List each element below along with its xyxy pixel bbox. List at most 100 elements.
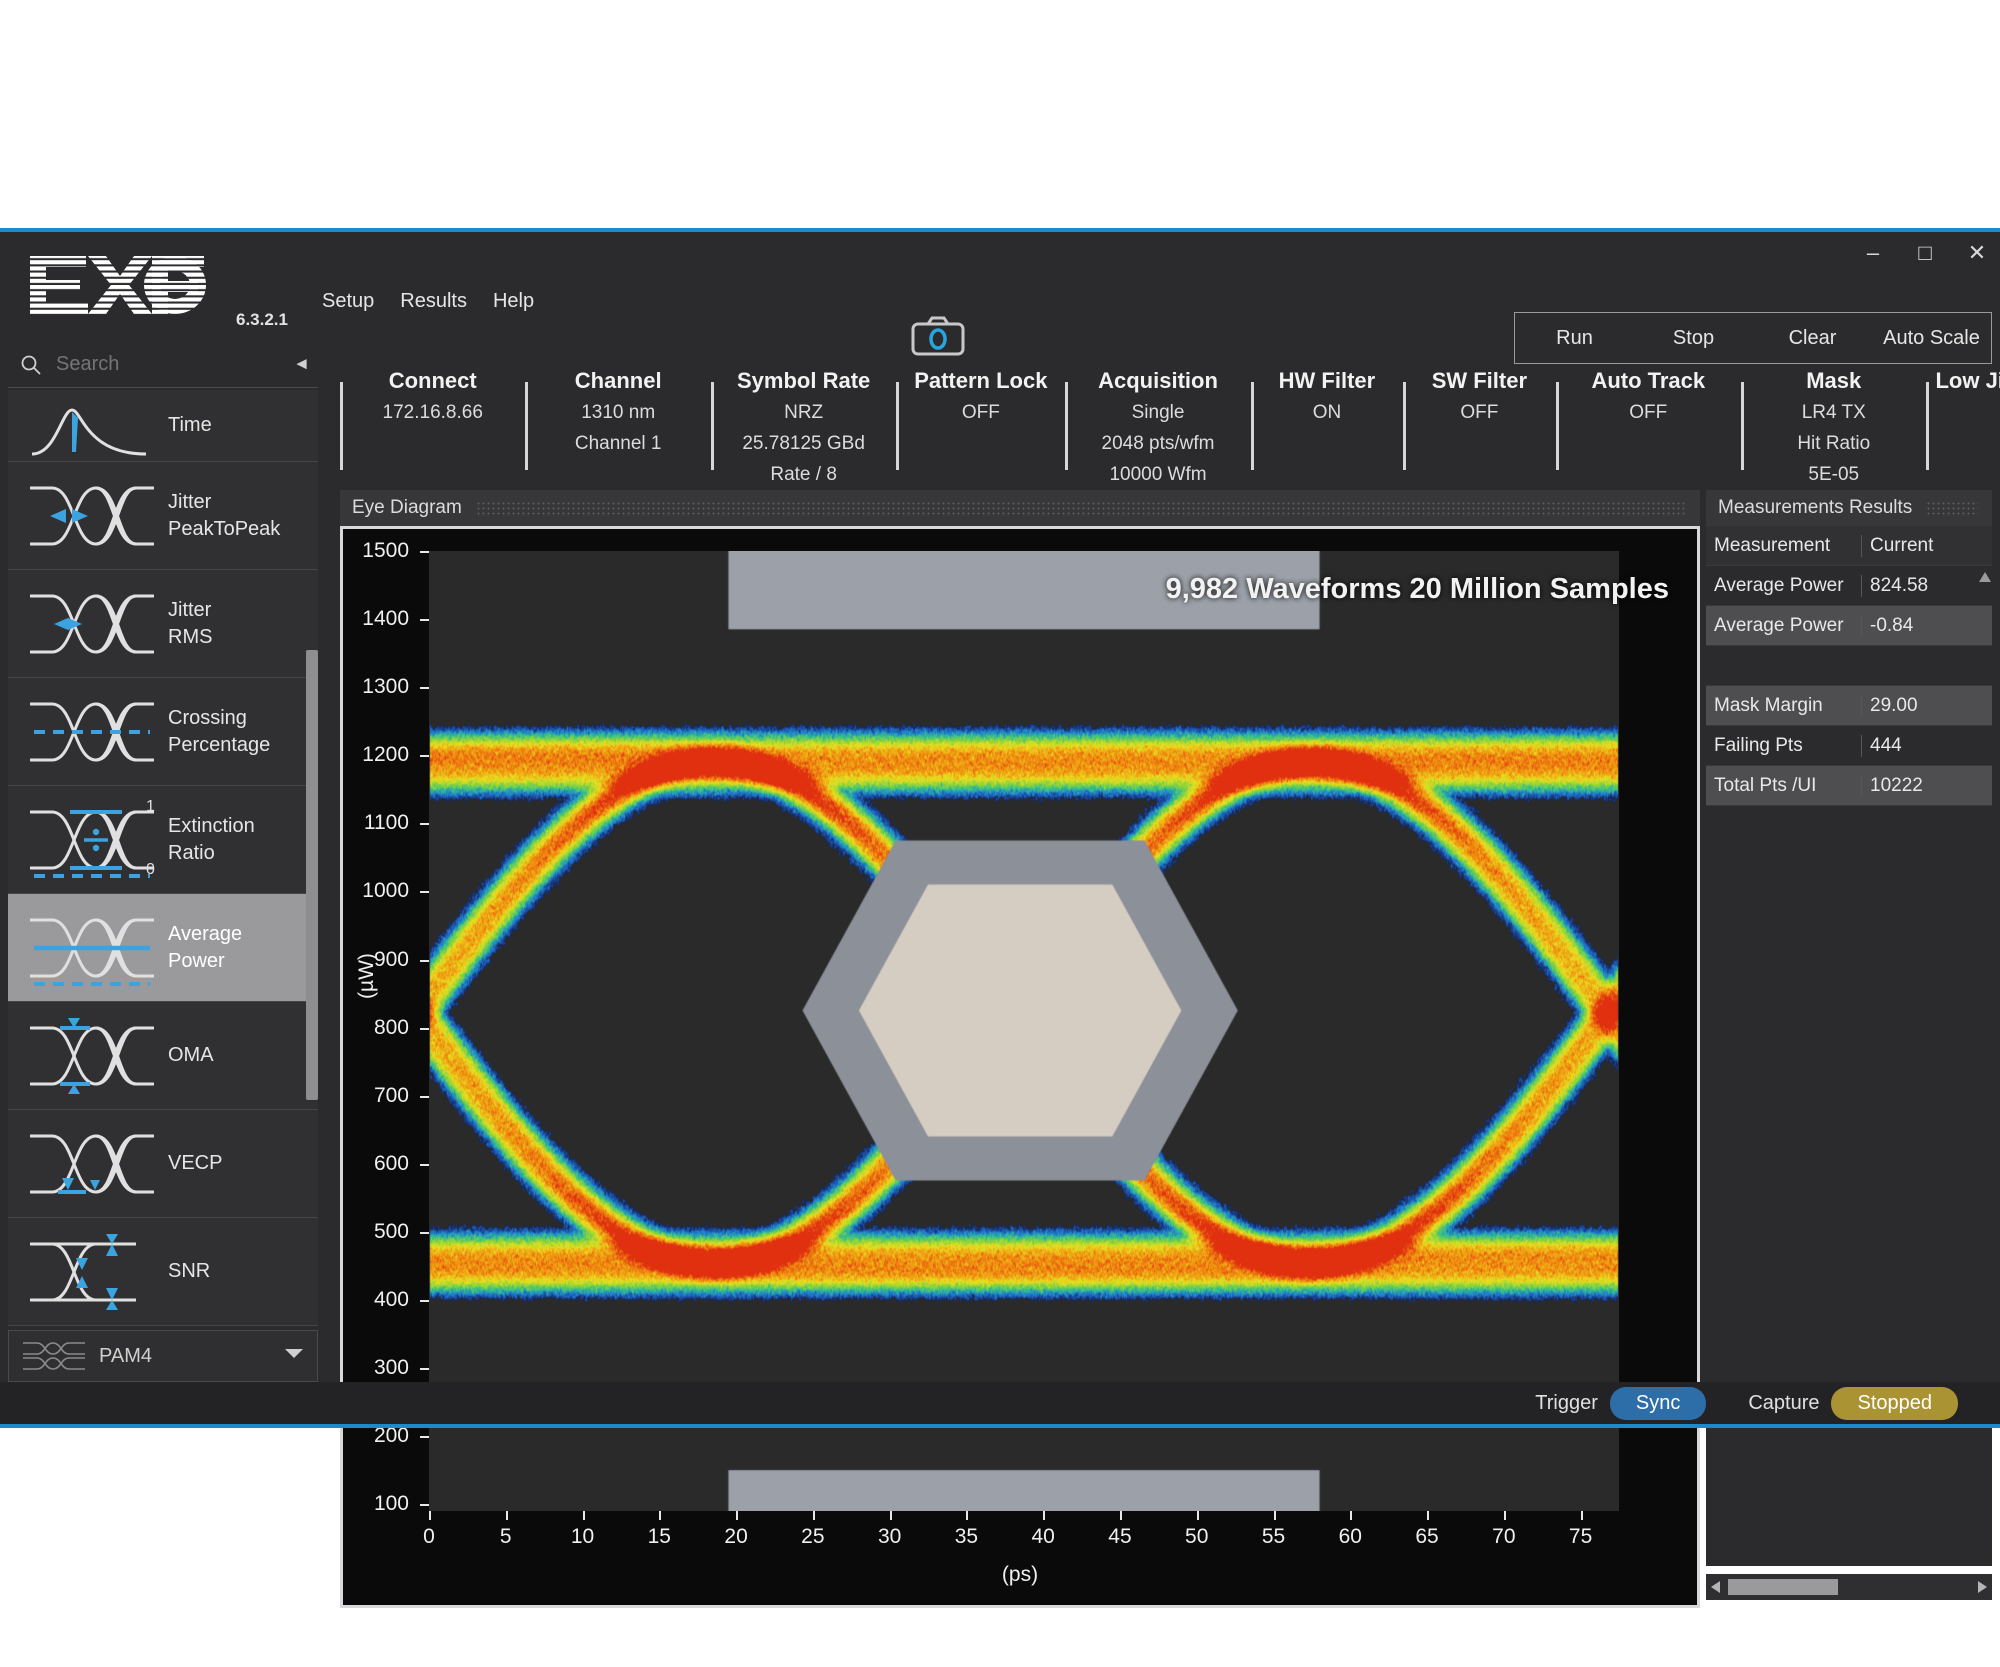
measurement-value: 824.58: [1862, 575, 1992, 597]
measurements-horizontal-scrollbar[interactable]: [1706, 1574, 1992, 1600]
status-field-symbol-rate[interactable]: Symbol Rate NRZ 25.78125 GBd Rate / 8: [711, 368, 896, 480]
menu-item-help[interactable]: Help: [493, 290, 534, 313]
table-row[interactable]: [1706, 646, 1992, 686]
y-axis-tick: [420, 1300, 429, 1302]
measurement-name: Average Power: [1706, 575, 1862, 597]
eye-diagram-plot[interactable]: (µW) (ps) 9,982 Waveforms 20 Million Sam…: [340, 526, 1700, 1608]
maximize-button[interactable]: □: [1912, 240, 1938, 266]
sidebar-item-average-power[interactable]: Average Power: [8, 894, 318, 1002]
status-field-mask[interactable]: Mask LR4 TX Hit Ratio 5E-05: [1741, 368, 1926, 480]
panel-grip[interactable]: [1926, 501, 1978, 515]
status-field-channel[interactable]: Channel 1310 nm Channel 1: [525, 368, 710, 480]
menu-item-results[interactable]: Results: [400, 290, 467, 313]
x-axis-tick-label: 65: [1397, 1525, 1457, 1549]
search-input[interactable]: [54, 352, 258, 377]
y-axis-tick-label: 900: [289, 948, 409, 972]
label-line-2: RMS: [168, 624, 212, 651]
stop-button[interactable]: Stop: [1634, 327, 1753, 350]
eye-oma-icon: [26, 1016, 158, 1096]
eye-density-canvas[interactable]: [429, 551, 1619, 1511]
sidebar-item-vecp[interactable]: VECP: [8, 1110, 318, 1218]
horizontal-scroll-thumb[interactable]: [1728, 1579, 1838, 1595]
version-label: 6.3.2.1: [236, 310, 288, 330]
y-axis-tick: [420, 755, 429, 757]
capture-label: Capture: [1748, 1392, 1819, 1415]
panel-grip[interactable]: [476, 501, 1686, 515]
x-axis-tick: [890, 1511, 892, 1520]
status-field-acquisition[interactable]: Acquisition Single 2048 pts/wfm 10000 Wfm: [1065, 368, 1250, 480]
auto-scale-button[interactable]: Auto Scale: [1872, 327, 1991, 350]
sidebar-item-label: Time: [168, 412, 212, 439]
status-field-pattern-lock[interactable]: Pattern Lock OFF: [896, 368, 1065, 480]
camera-icon[interactable]: [910, 314, 966, 358]
scroll-left-arrow-icon[interactable]: [1711, 1581, 1720, 1593]
field-title: Auto Track: [1562, 368, 1735, 394]
table-row[interactable]: Mask Margin 29.00: [1706, 686, 1992, 726]
sidebar-item-label: Average Power: [168, 921, 242, 975]
column-header-current: Current: [1862, 535, 1992, 557]
sidebar-item-crossing-percentage[interactable]: Crossing Percentage: [8, 678, 318, 786]
table-row[interactable]: Average Power -0.84: [1706, 606, 1992, 646]
sidebar-item-label: SNR: [168, 1258, 210, 1285]
run-button[interactable]: Run: [1515, 327, 1634, 350]
field-title: HW Filter: [1257, 368, 1397, 394]
status-field-connect[interactable]: Connect 172.16.8.66: [340, 368, 525, 480]
eye-panel-title: Eye Diagram: [352, 497, 462, 519]
eye-jitter-rms-icon: [26, 584, 158, 664]
sidebar-item-label: Extinction Ratio: [168, 813, 255, 867]
scroll-up-arrow-icon[interactable]: [1979, 572, 1991, 582]
sidebar-collapse-button[interactable]: ◄: [293, 354, 310, 374]
y-axis-tick: [420, 1368, 429, 1370]
svg-text:1: 1: [146, 800, 155, 815]
menu-item-setup[interactable]: Setup: [322, 290, 374, 313]
x-axis-tick: [1581, 1511, 1583, 1520]
close-button[interactable]: ✕: [1964, 240, 1990, 266]
trigger-state-badge[interactable]: Sync: [1610, 1387, 1706, 1420]
label-line-1: VECP: [168, 1150, 222, 1177]
sidebar-item-label: OMA: [168, 1042, 214, 1069]
measurements-panel-title: Measurements Results: [1718, 497, 1912, 519]
eye-extinction-ratio-icon: 1 0: [26, 800, 158, 880]
status-field-auto-track[interactable]: Auto Track OFF: [1556, 368, 1741, 480]
table-header-row: Measurement Current: [1706, 526, 1992, 566]
sidebar-scrollbar[interactable]: [306, 390, 318, 1330]
y-axis-tick: [420, 960, 429, 962]
clear-button[interactable]: Clear: [1753, 327, 1872, 350]
field-value: Hit Ratio: [1747, 431, 1920, 456]
sidebar-item-jitter-rms[interactable]: Jitter RMS: [8, 570, 318, 678]
sidebar-item-snr[interactable]: SNR: [8, 1218, 318, 1326]
table-row[interactable]: Failing Pts 444: [1706, 726, 1992, 766]
field-value: Rate / 8: [717, 462, 890, 487]
window-controls: – □ ✕: [1860, 240, 1990, 266]
status-field-hw-filter[interactable]: HW Filter ON: [1251, 368, 1403, 480]
table-row[interactable]: Total Pts /UI 10222: [1706, 766, 1992, 806]
y-axis-tick-label: 600: [289, 1152, 409, 1176]
capture-state-badge[interactable]: Stopped: [1831, 1387, 1958, 1420]
status-field-sw-filter[interactable]: SW Filter OFF: [1403, 368, 1555, 480]
x-axis-tick: [1350, 1511, 1352, 1520]
acquisition-controls: Run Stop Clear Auto Scale: [1514, 312, 1992, 364]
measurement-value: 444: [1862, 735, 1992, 757]
label-line-2: PeakToPeak: [168, 516, 280, 543]
scroll-right-arrow-icon[interactable]: [1978, 1581, 1987, 1593]
sidebar-item-oma[interactable]: OMA: [8, 1002, 318, 1110]
x-axis-tick-label: 50: [1167, 1525, 1227, 1549]
field-title: SW Filter: [1409, 368, 1549, 394]
modulation-selector[interactable]: PAM4: [8, 1330, 318, 1382]
x-axis-tick-label: 10: [553, 1525, 613, 1549]
measurement-list[interactable]: Time Jitter PeakToPeak Jitter RMS Crossing…: [8, 390, 318, 1330]
y-axis-tick: [420, 1096, 429, 1098]
sidebar-item-jitter-peaktopeak[interactable]: Jitter PeakToPeak: [8, 462, 318, 570]
minimize-button[interactable]: –: [1860, 240, 1886, 266]
search-bar[interactable]: ◄: [8, 342, 318, 388]
sidebar-item-time[interactable]: Time: [8, 390, 318, 462]
eye-analyzer-window: – □ ✕ 6.3.2.1 Setup Results Help Search …: [0, 228, 2000, 1428]
status-field-low-jitter-mode[interactable]: Low Jitter Mode ON: [1926, 368, 2000, 480]
y-axis-tick: [420, 687, 429, 689]
measurements-vertical-scrollbar[interactable]: [1978, 572, 1992, 1512]
measurement-value: 10222: [1862, 775, 1992, 797]
field-value: LR4 TX: [1747, 400, 1920, 425]
x-axis-tick: [1197, 1511, 1199, 1520]
sidebar-item-extinction-ratio[interactable]: 1 0 Extinction Ratio: [8, 786, 318, 894]
table-row[interactable]: Average Power 824.58: [1706, 566, 1992, 606]
